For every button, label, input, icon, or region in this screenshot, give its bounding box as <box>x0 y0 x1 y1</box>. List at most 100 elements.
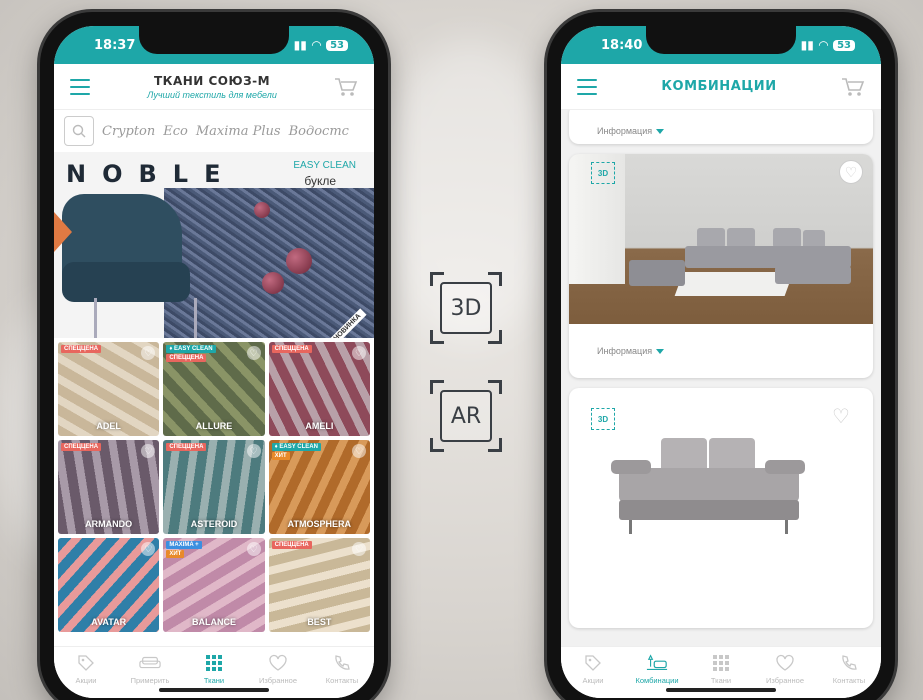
phone-icon <box>838 653 860 673</box>
tab-sofa-lamp[interactable]: Комбинации <box>629 653 685 685</box>
filter-chip-water[interactable]: Водостс <box>289 124 349 139</box>
tile-name: AVATAR <box>91 617 127 627</box>
brand: ТКАНИ СОЮЗ-М Лучший текстиль для мебели <box>147 74 277 100</box>
3d-badge: 3D <box>430 272 502 344</box>
tab-heart[interactable]: Избранное <box>250 653 306 685</box>
phone-icon <box>331 653 353 673</box>
favorite-heart-icon[interactable]: ♡ <box>352 542 366 556</box>
tile-tag: MAXIMA + <box>166 541 202 549</box>
banner-title: NOBLE <box>66 160 237 188</box>
tag-icon <box>582 653 604 673</box>
tile-name: ALLURE <box>195 421 233 431</box>
promo-banner[interactable]: NOBLE EASY CLEAN букле НОВИНКА <box>54 152 374 338</box>
favorite-heart-icon[interactable]: ♡ <box>246 346 261 360</box>
fabric-tile[interactable]: СПЕЦЦЕНА ♡ BEST <box>268 538 370 632</box>
tile-tag: ХИТ <box>271 452 290 460</box>
tile-tag: ♦ EASY CLEAN <box>166 345 216 353</box>
heart-icon <box>267 653 289 673</box>
ar-label: AR <box>440 390 492 442</box>
info-toggle[interactable]: Информация <box>597 346 665 356</box>
favorite-heart-icon[interactable]: ♡ <box>246 542 261 556</box>
room-render: 3D ♡ <box>569 154 873 324</box>
tab-label: Избранное <box>765 676 804 685</box>
favorite-heart-icon[interactable]: ♡ <box>352 444 366 458</box>
info-toggle[interactable]: Информация <box>597 126 665 136</box>
search-icon <box>72 124 86 138</box>
battery-icon: 53 <box>833 39 855 51</box>
tag-icon <box>75 653 97 673</box>
combination-card[interactable]: 3D ♡ Информация <box>569 154 873 378</box>
fabric-tile[interactable]: ♡ AVATAR <box>58 538 160 632</box>
tile-tag: ХИТ <box>166 550 185 558</box>
favorite-heart-icon[interactable]: ♡ <box>839 160 863 184</box>
favorite-heart-icon[interactable]: ♡ <box>352 346 366 360</box>
filter-row: Crypton Eco Maxima Plus Водостс <box>54 110 374 152</box>
tab-sofa[interactable]: Примерить <box>122 653 178 685</box>
page-title: КОМБИНАЦИИ <box>661 79 777 94</box>
filter-chip-crypton[interactable]: Crypton <box>102 124 155 139</box>
tab-grid[interactable]: Ткани <box>186 653 242 685</box>
heart-icon <box>774 653 796 673</box>
tab-tag[interactable]: Акции <box>58 653 114 685</box>
sofa-icon <box>139 653 161 673</box>
combinations-list[interactable]: Информация 3D ♡ Информация 3D ♡ <box>561 110 881 646</box>
app-header: ТКАНИ СОЮЗ-М Лучший текстиль для мебели <box>54 64 374 110</box>
fabric-tile[interactable]: ♦ EASY CLEAN СПЕЦЦЕНА ♡ ALLURE <box>163 342 265 436</box>
cart-icon[interactable] <box>841 76 865 98</box>
cart-icon[interactable] <box>334 76 358 98</box>
ar-badge: AR <box>430 380 502 452</box>
favorite-heart-icon[interactable]: ♡ <box>141 542 156 556</box>
tile-tag: СПЕЦЦЕНА <box>271 541 312 549</box>
combination-card[interactable]: 3D ♡ <box>569 388 873 628</box>
tab-phone[interactable]: Контакты <box>314 653 370 685</box>
status-time: 18:37 <box>94 37 136 53</box>
tile-name: BALANCE <box>191 617 236 627</box>
tile-name: ARMANDO <box>85 519 133 529</box>
favorite-heart-icon[interactable]: ♡ <box>141 444 156 458</box>
tab-tag[interactable]: Акции <box>565 653 621 685</box>
wifi-icon: ◠ <box>311 38 322 52</box>
tile-name: ASTEROID <box>190 519 238 529</box>
tab-label: Примерить <box>130 676 170 685</box>
brand-title: ТКАНИ СОЮЗ-М <box>153 73 271 88</box>
grid-icon <box>710 653 732 673</box>
3d-view-button[interactable]: 3D <box>591 408 615 430</box>
3d-view-button[interactable]: 3D <box>591 162 615 184</box>
sofa-image <box>611 438 805 534</box>
phone-notch <box>646 26 796 54</box>
tile-tag: СПЕЦЦЕНА <box>166 354 207 362</box>
left-phone: 18:37 ▮▮ ◠ 53 ТКАНИ СОЮЗ-М Лучший тексти… <box>40 12 388 700</box>
fabric-tile[interactable]: СПЕЦЦЕНА ♡ ADEL <box>58 342 160 436</box>
tab-label: Акции <box>582 676 604 685</box>
chevron-down-icon <box>656 128 665 134</box>
menu-icon[interactable] <box>70 78 90 95</box>
chevron-down-icon <box>656 348 665 354</box>
fabric-tile[interactable]: СПЕЦЦЕНА ♡ AMELI <box>268 342 370 436</box>
right-phone: 18:40 ▮▮ ◠ 53 КОМБИНАЦИИ Информация 3D ♡… <box>547 12 895 700</box>
banner-badge: EASY CLEAN <box>293 160 356 171</box>
tab-heart[interactable]: Избранное <box>757 653 813 685</box>
wifi-icon: ◠ <box>818 38 829 52</box>
filter-chip-eco[interactable]: Eco <box>163 124 188 139</box>
favorite-heart-icon[interactable]: ♡ <box>141 346 156 360</box>
tile-name: ADEL <box>96 421 121 431</box>
fabric-tile[interactable]: ♦ EASY CLEAN ХИТ ♡ ATMOSPHERA <box>268 440 370 534</box>
favorite-heart-icon[interactable]: ♡ <box>829 404 853 428</box>
filter-chip-maxima-plus[interactable]: Maxima Plus <box>196 124 281 139</box>
fabric-tile[interactable]: СПЕЦЦЕНА ♡ ARMANDO <box>58 440 160 534</box>
home-indicator <box>666 688 776 692</box>
right-screen: 18:40 ▮▮ ◠ 53 КОМБИНАЦИИ Информация 3D ♡… <box>561 26 881 698</box>
tile-name: ATMOSPHERA <box>287 519 351 529</box>
tab-grid[interactable]: Ткани <box>693 653 749 685</box>
status-time: 18:40 <box>601 37 643 53</box>
tab-phone[interactable]: Контакты <box>821 653 877 685</box>
search-button[interactable] <box>64 116 94 146</box>
fabric-tile[interactable]: MAXIMA + ХИТ ♡ BALANCE <box>163 538 265 632</box>
menu-icon[interactable] <box>577 78 597 95</box>
fabric-tile[interactable]: СПЕЦЦЕНА ♡ ASTEROID <box>163 440 265 534</box>
3d-label: 3D <box>440 282 492 334</box>
favorite-heart-icon[interactable]: ♡ <box>246 444 261 458</box>
tab-label: Ткани <box>710 676 732 685</box>
tile-tag: СПЕЦЦЕНА <box>271 345 312 353</box>
combination-card-partial[interactable]: Информация <box>569 110 873 144</box>
